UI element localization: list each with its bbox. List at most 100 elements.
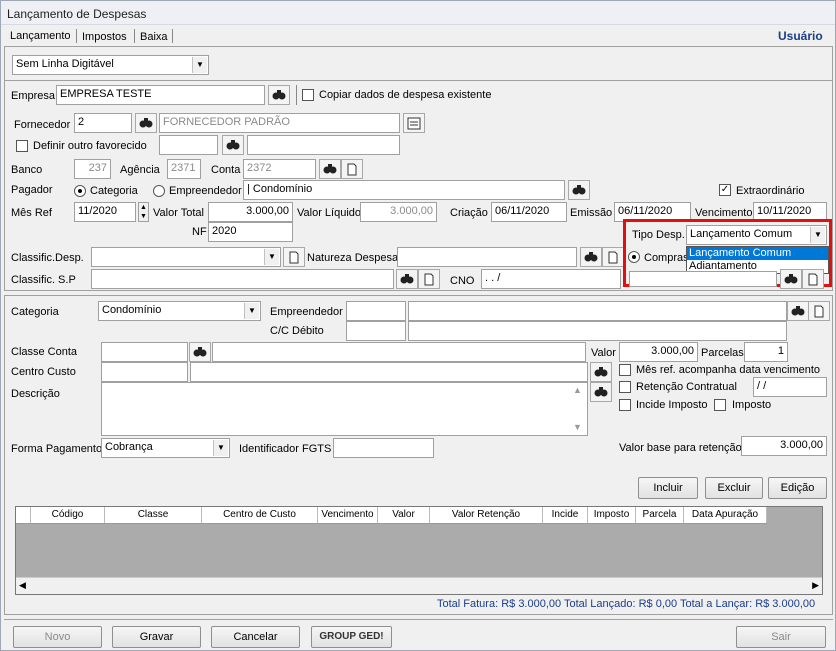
categoria-radio[interactable] bbox=[74, 185, 86, 197]
sair-button[interactable]: Sair bbox=[736, 626, 826, 648]
binoculars-icon[interactable] bbox=[590, 382, 612, 402]
classif-sp-input[interactable] bbox=[91, 269, 394, 289]
edicao-button[interactable]: Edição bbox=[768, 477, 827, 499]
copiar-checkbox[interactable] bbox=[302, 89, 314, 101]
definir-favorecido-checkbox[interactable] bbox=[16, 140, 28, 152]
empreendedor-code-input[interactable] bbox=[346, 301, 406, 321]
items-grid[interactable]: Código Classe Centro de Custo Vencimento… bbox=[15, 506, 823, 595]
scroll-up-icon[interactable]: ▲ bbox=[573, 385, 582, 395]
mesref-spinner[interactable]: ▲ ▼ bbox=[138, 202, 149, 222]
classif-desp-select[interactable]: ▼ bbox=[91, 247, 281, 267]
grid-col-classe[interactable]: Classe bbox=[105, 507, 202, 523]
grid-col-codigo[interactable]: Código bbox=[31, 507, 105, 523]
compras-radio[interactable] bbox=[628, 251, 640, 263]
categoria-select[interactable]: Condomínio ▼ bbox=[98, 301, 261, 321]
scroll-left-icon[interactable]: ◀ bbox=[19, 580, 26, 591]
user-label[interactable]: Usuário bbox=[778, 29, 823, 43]
pagador-input[interactable]: | Condomínio bbox=[243, 180, 565, 200]
excluir-button[interactable]: Excluir bbox=[705, 477, 763, 499]
binoculars-icon[interactable] bbox=[222, 135, 244, 155]
criacao-input[interactable]: 06/11/2020 bbox=[491, 202, 567, 222]
fgts-input[interactable] bbox=[333, 438, 434, 458]
linha-digitavel-select[interactable]: Sem Linha Digitável ▼ bbox=[12, 55, 209, 75]
fornecedor-code-input[interactable]: 2 bbox=[74, 113, 132, 133]
formapag-select[interactable]: Cobrança ▼ bbox=[101, 438, 230, 458]
new-document-icon[interactable] bbox=[808, 301, 830, 321]
incide-imposto-checkbox[interactable] bbox=[619, 399, 631, 411]
novo-button[interactable]: Novo bbox=[13, 626, 102, 648]
empresa-input[interactable]: EMPRESA TESTE bbox=[56, 85, 265, 105]
binoculars-icon[interactable] bbox=[268, 85, 290, 105]
empreendedor-name-input[interactable] bbox=[408, 301, 787, 321]
ccdebito-code-input[interactable] bbox=[346, 321, 406, 341]
chevron-down-icon: ▼ bbox=[244, 303, 259, 319]
classeconta-code-input[interactable] bbox=[101, 342, 188, 362]
extraordinario-checkbox[interactable]: ✓ bbox=[719, 184, 731, 196]
valortotal-input[interactable]: 3.000,00 bbox=[208, 202, 293, 222]
valorliquido-input[interactable]: 3.000,00 bbox=[360, 202, 437, 222]
binoculars-icon[interactable] bbox=[780, 269, 802, 289]
retencao-date-input[interactable]: / / bbox=[753, 377, 827, 397]
mesref-acomp-checkbox[interactable] bbox=[619, 364, 631, 376]
binoculars-icon[interactable] bbox=[135, 113, 157, 133]
incluir-button[interactable]: Incluir bbox=[638, 477, 698, 499]
natureza-input[interactable] bbox=[397, 247, 577, 267]
favorecido-code-input[interactable] bbox=[159, 135, 218, 155]
scroll-right-icon[interactable]: ▶ bbox=[812, 580, 819, 591]
descricao-textarea[interactable] bbox=[101, 382, 588, 436]
grid-col-centro-custo[interactable]: Centro de Custo bbox=[202, 507, 318, 523]
tipodesp-option-comum[interactable]: Lançamento Comum bbox=[687, 247, 828, 260]
nf-input[interactable]: 2020 bbox=[208, 222, 293, 242]
group-ged-button[interactable]: GROUP GED! bbox=[311, 626, 392, 648]
classeconta-name-input[interactable] bbox=[212, 342, 586, 362]
grid-col-imposto[interactable]: Imposto bbox=[588, 507, 636, 523]
scroll-down-icon[interactable]: ▼ bbox=[573, 422, 582, 432]
cancelar-button[interactable]: Cancelar bbox=[211, 626, 300, 648]
classif-sp-label: Classific. S.P bbox=[11, 274, 76, 286]
copiar-label: Copiar dados de despesa existente bbox=[319, 89, 492, 101]
grid-col-incide[interactable]: Incide bbox=[543, 507, 588, 523]
retencao-checkbox[interactable] bbox=[619, 381, 631, 393]
binoculars-icon[interactable] bbox=[396, 269, 418, 289]
binoculars-icon[interactable] bbox=[568, 180, 590, 200]
form-icon[interactable] bbox=[403, 113, 425, 133]
binoculars-icon[interactable] bbox=[590, 362, 612, 382]
centrocusto-name-input[interactable] bbox=[190, 362, 588, 382]
compras-input[interactable] bbox=[629, 271, 777, 287]
empreendedor-radio[interactable] bbox=[153, 185, 165, 197]
favorecido-name-input[interactable] bbox=[247, 135, 400, 155]
banco-input[interactable]: 237 bbox=[74, 159, 111, 179]
grid-col-data-apuracao[interactable]: Data Apuração bbox=[684, 507, 767, 523]
new-document-icon[interactable] bbox=[602, 247, 624, 267]
tipodesp-select[interactable]: Lançamento Comum ▼ bbox=[686, 225, 827, 245]
binoculars-icon[interactable] bbox=[189, 342, 211, 362]
grid-col-valor-retencao[interactable]: Valor Retenção bbox=[430, 507, 543, 523]
new-document-icon[interactable] bbox=[341, 159, 363, 179]
fornecedor-name-input[interactable]: FORNECEDOR PADRÃO bbox=[159, 113, 400, 133]
agencia-input[interactable]: 2371 bbox=[167, 159, 201, 179]
binoculars-icon[interactable] bbox=[580, 247, 602, 267]
binoculars-icon[interactable] bbox=[319, 159, 341, 179]
cno-input[interactable]: . . / bbox=[481, 269, 621, 289]
grid-col-vencimento[interactable]: Vencimento bbox=[318, 507, 378, 523]
parcelas-input[interactable]: 1 bbox=[744, 342, 788, 362]
grid-col-parcela[interactable]: Parcela bbox=[636, 507, 684, 523]
valorbase-input[interactable]: 3.000,00 bbox=[741, 436, 827, 456]
ccdebito-name-input[interactable] bbox=[408, 321, 787, 341]
conta-input[interactable]: 2372 bbox=[243, 159, 316, 179]
centrocusto-code-input[interactable] bbox=[101, 362, 188, 382]
mesref-input[interactable]: 11/2020 bbox=[74, 202, 136, 222]
grid-col-valor[interactable]: Valor bbox=[378, 507, 430, 523]
new-document-icon[interactable] bbox=[802, 269, 824, 289]
tab-baixa[interactable]: Baixa bbox=[140, 31, 168, 43]
tab-impostos[interactable]: Impostos bbox=[82, 31, 127, 43]
gravar-button[interactable]: Gravar bbox=[112, 626, 201, 648]
new-document-icon[interactable] bbox=[283, 247, 305, 267]
grid-horizontal-scrollbar[interactable]: ◀ ▶ bbox=[16, 577, 822, 594]
valor-input[interactable]: 3.000,00 bbox=[619, 342, 698, 362]
retencao-label: Retenção Contratual bbox=[636, 381, 737, 393]
imposto-checkbox[interactable] bbox=[714, 399, 726, 411]
binoculars-icon[interactable] bbox=[787, 301, 809, 321]
tab-lancamento[interactable]: Lançamento bbox=[10, 30, 71, 42]
new-document-icon[interactable] bbox=[418, 269, 440, 289]
